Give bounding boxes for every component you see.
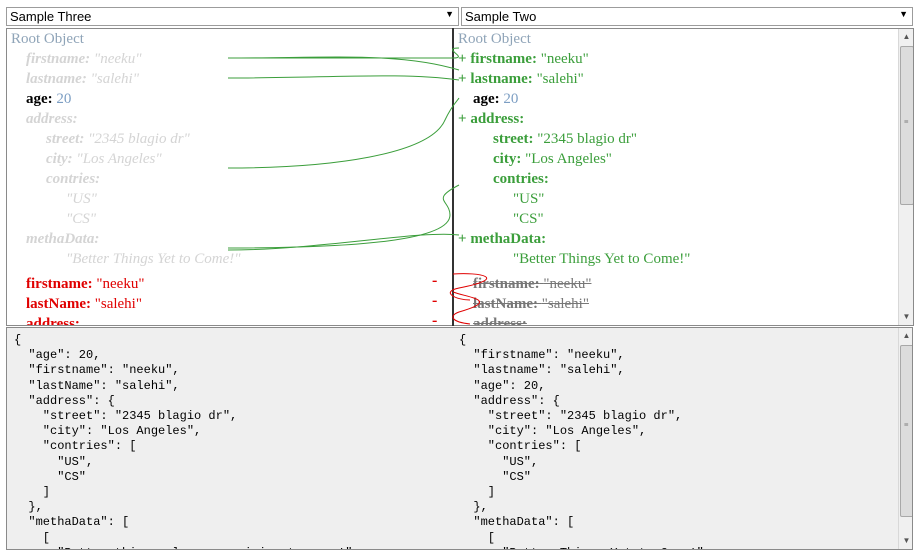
scroll-up-icon[interactable]: ▲ — [899, 328, 912, 344]
json-scrollbar[interactable]: ▲ ≡ ▼ — [898, 328, 912, 549]
connector-firstname-branch — [227, 56, 460, 71]
connector-lastname — [227, 75, 460, 81]
scrollbar-thumb[interactable]: ≡ — [900, 345, 912, 517]
scroll-down-icon[interactable]: ▼ — [899, 533, 912, 549]
right-json-text[interactable]: { "firstname": "neeku", "lastname": "sal… — [459, 333, 704, 549]
left-json-text[interactable]: { "age": 20, "firstname": "neeku", "last… — [14, 333, 352, 549]
connector-address — [227, 97, 460, 169]
connector-methadata — [227, 184, 460, 249]
json-source-pane[interactable]: { "age": 20, "firstname": "neeku", "last… — [6, 327, 913, 550]
connector-firstname — [228, 47, 460, 59]
connector-removed-lastname — [452, 291, 480, 325]
grip-icon: ≡ — [904, 420, 909, 429]
